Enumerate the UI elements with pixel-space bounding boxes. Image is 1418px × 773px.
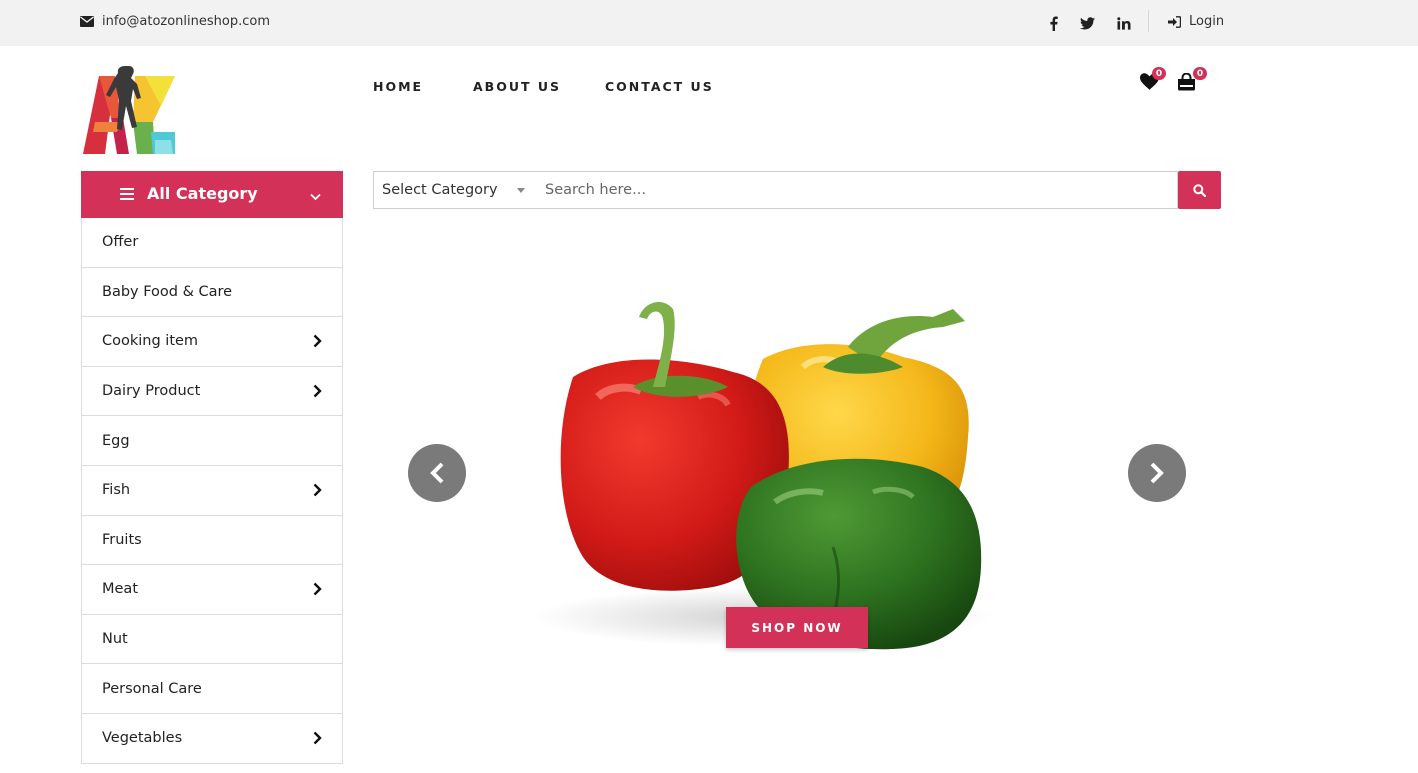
category-item-dairy-product[interactable]: Dairy Product [82, 367, 342, 417]
category-item-label: Baby Food & Care [102, 283, 233, 300]
category-item-label: Cooking item [102, 333, 199, 350]
chevron-right-icon [313, 334, 322, 352]
category-select[interactable]: Select Category [373, 171, 534, 209]
category-item-label: Meat [102, 581, 139, 598]
search-icon [1193, 183, 1206, 197]
site-logo[interactable] [81, 62, 176, 156]
top-divider [1148, 10, 1149, 32]
contact-email-text: info@atozonlineshop.com [102, 14, 270, 29]
wishlist-button[interactable]: 0 [1140, 67, 1166, 93]
nav-contact-us[interactable]: CONTACT US [605, 79, 714, 94]
shop-now-button[interactable]: SHOP NOW [726, 607, 868, 648]
cart-count-badge: 0 [1193, 67, 1207, 80]
category-item-egg[interactable]: Egg [82, 416, 342, 466]
category-item-baby-food-care[interactable]: Baby Food & Care [82, 268, 342, 318]
cart-button[interactable]: 0 [1177, 67, 1207, 93]
envelope-icon [80, 16, 94, 27]
category-item-label: Egg [102, 432, 130, 449]
category-item-label: Personal Care [102, 680, 202, 697]
chevron-right-icon [313, 483, 322, 501]
chevron-down-icon [310, 186, 321, 205]
linkedin-icon[interactable] [1115, 14, 1133, 32]
category-item-label: Offer [102, 234, 139, 251]
chevron-right-icon [313, 582, 322, 600]
slider-prev-button[interactable] [408, 444, 466, 502]
category-item-fish[interactable]: Fish [82, 466, 342, 516]
nav-home[interactable]: HOME [373, 79, 423, 94]
contact-email[interactable]: info@atozonlineshop.com [80, 14, 270, 29]
category-item-label: Dairy Product [102, 383, 201, 400]
all-category-toggle[interactable]: All Category [81, 171, 343, 218]
category-item-fruits[interactable]: Fruits [82, 516, 342, 566]
nav-about-us[interactable]: ABOUT US [473, 79, 561, 94]
search-button[interactable] [1178, 171, 1221, 209]
wishlist-count-badge: 0 [1152, 67, 1166, 80]
search-input[interactable] [533, 171, 1178, 209]
category-select-value: Select Category [382, 182, 498, 198]
bell-peppers-image [533, 302, 993, 650]
caret-down-icon [517, 188, 525, 193]
chevron-right-icon [1150, 462, 1164, 484]
login-link[interactable]: Login [1168, 14, 1224, 29]
hamburger-icon [120, 188, 134, 203]
category-item-meat[interactable]: Meat [82, 565, 342, 615]
chevron-right-icon [313, 731, 322, 749]
category-item-offer[interactable]: Offer [82, 218, 342, 268]
category-item-vegetables[interactable]: Vegetables [82, 714, 342, 764]
slider-next-button[interactable] [1128, 444, 1186, 502]
category-item-nut[interactable]: Nut [82, 615, 342, 665]
login-label: Login [1189, 14, 1225, 29]
category-list: Offer Baby Food & Care Cooking item Dairy P… [81, 218, 343, 764]
chevron-left-icon [430, 462, 444, 484]
category-item-cooking-item[interactable]: Cooking item [82, 317, 342, 367]
category-item-label: Fish [102, 482, 131, 499]
top-bar: info@atozonlineshop.com Login [0, 0, 1418, 46]
hero-slider: SHOP NOW [373, 222, 1221, 722]
category-item-personal-care[interactable]: Personal Care [82, 664, 342, 714]
category-item-label: Nut [102, 631, 128, 648]
sign-in-icon [1168, 15, 1181, 28]
category-item-label: Fruits [102, 531, 142, 548]
facebook-icon[interactable] [1045, 14, 1061, 32]
chevron-right-icon [313, 384, 322, 402]
category-item-label: Vegetables [102, 730, 183, 747]
all-category-title: All Category [147, 184, 258, 203]
twitter-icon[interactable] [1079, 14, 1095, 32]
